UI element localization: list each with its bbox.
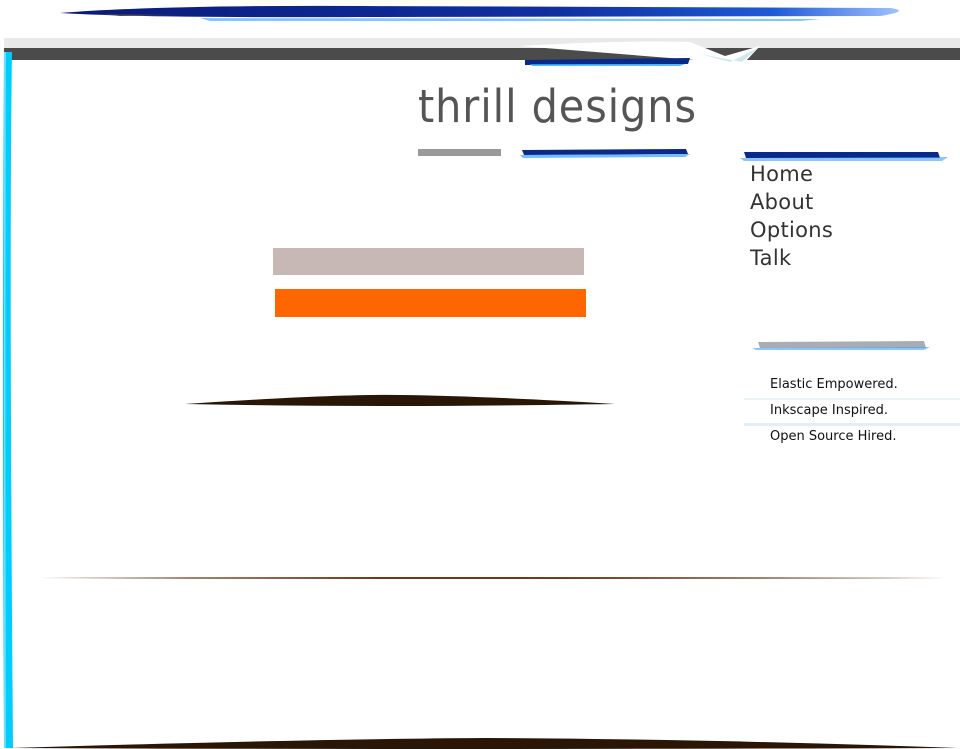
left-accent-strip	[3, 52, 13, 748]
nav-item-options[interactable]: Options	[750, 216, 833, 244]
brush-divider-line	[40, 577, 946, 579]
content-bar-tan	[273, 248, 584, 275]
sidebar-item: Inkscape Inspired.	[744, 398, 960, 426]
top-brush-stroke	[60, 5, 899, 21]
sidebar-item: Open Source Hired.	[770, 429, 897, 444]
main-nav: Home About Options Talk	[750, 160, 833, 272]
brush-divider-bottom	[10, 738, 958, 749]
nav-item-talk[interactable]: Talk	[750, 244, 833, 272]
header-notch-stroke	[520, 41, 760, 66]
header-bar-dark	[4, 48, 960, 60]
site-title: thrill designs	[418, 80, 697, 133]
content-bar-orange	[275, 289, 586, 317]
title-underline-gray	[418, 149, 501, 156]
header-bar-light	[4, 38, 960, 48]
nav-item-home[interactable]: Home	[750, 160, 833, 188]
sidebar-item: Elastic Empowered.	[770, 377, 898, 392]
brush-divider-mid	[185, 394, 615, 406]
nav-item-about[interactable]: About	[750, 188, 833, 216]
title-underline-blue	[520, 149, 690, 158]
sidebar-list: Elastic Empowered. Inkscape Inspired. Op…	[744, 374, 960, 452]
sidebar-header-stroke	[752, 341, 930, 350]
